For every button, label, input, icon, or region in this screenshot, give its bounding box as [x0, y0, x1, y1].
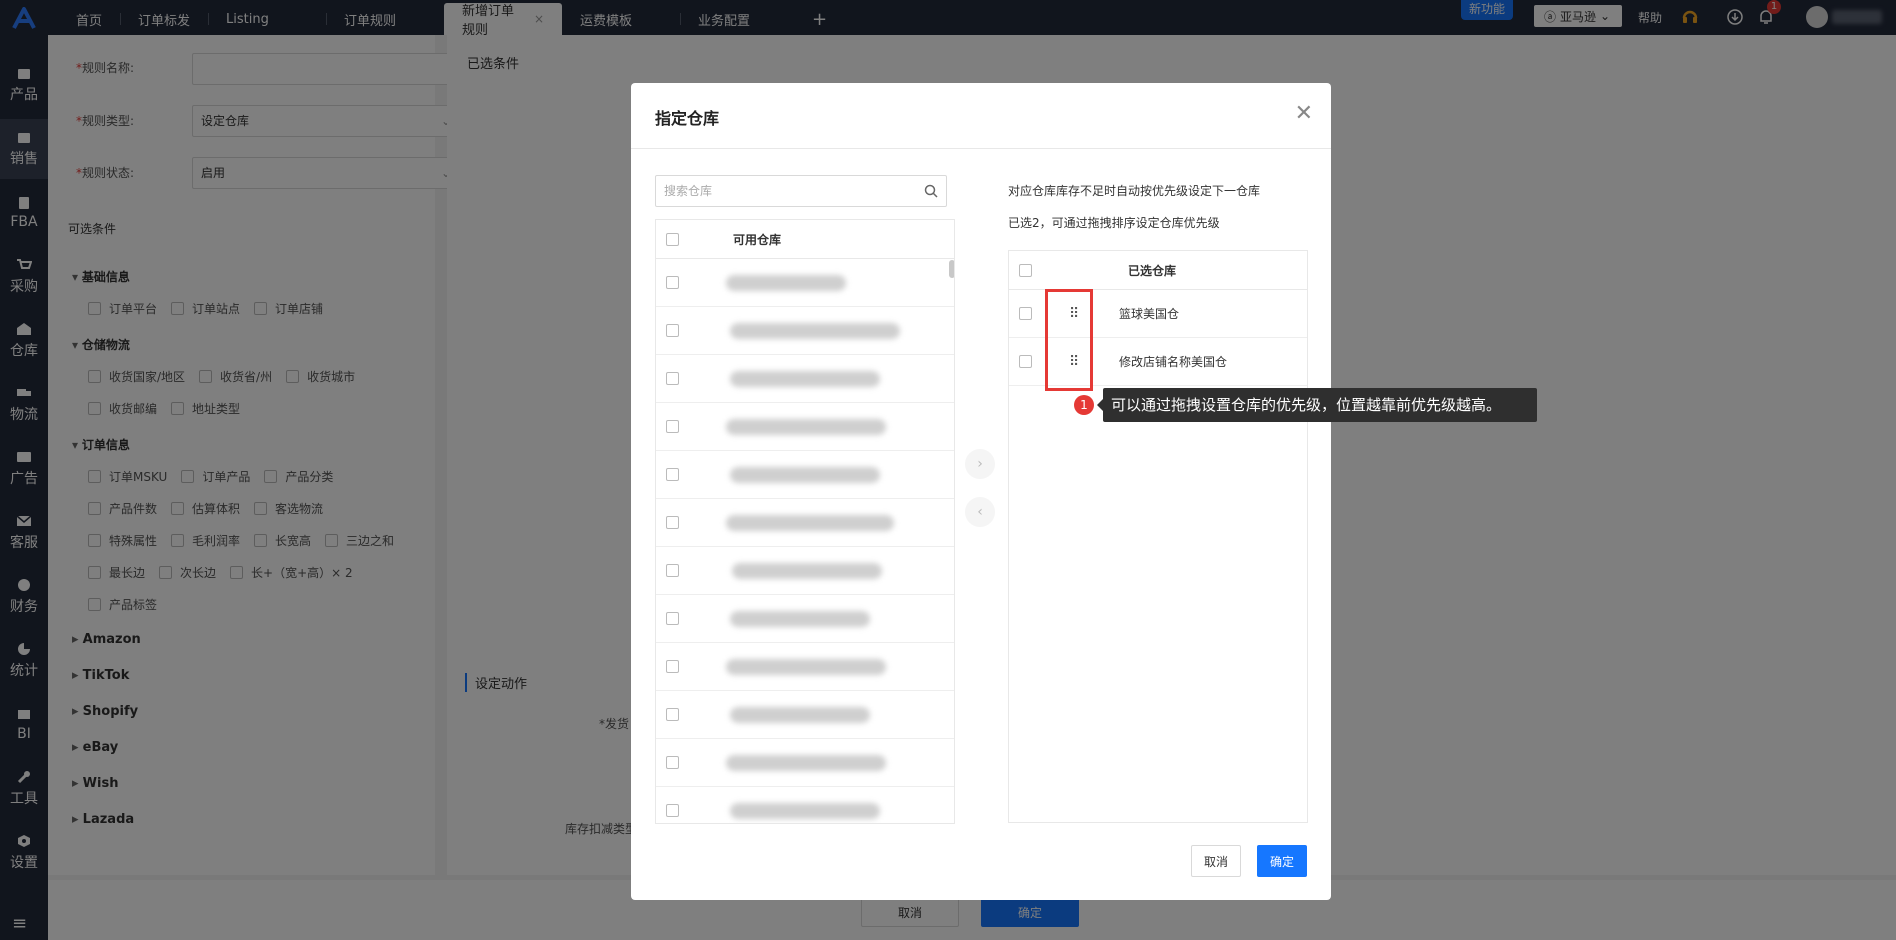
selected-warehouse-name: 修改店铺名称美国仓 [1119, 355, 1228, 369]
row-checkbox[interactable] [666, 564, 679, 577]
available-header: 可用仓库 [733, 232, 782, 247]
row-checkbox[interactable] [666, 372, 679, 385]
modal-cancel-button[interactable]: 取消 [1191, 845, 1241, 877]
modal-header: 指定仓库 ✕ [631, 83, 1331, 149]
modal-confirm-button[interactable]: 确定 [1257, 845, 1307, 877]
blurred-warehouse-name [730, 802, 880, 819]
table-row[interactable] [656, 643, 954, 691]
warehouse-modal: 指定仓库 ✕ 搜索仓库 可用仓库 › ‹ 对应仓库库存不足时自动按优先级设定下一… [631, 83, 1331, 900]
table-row[interactable] [656, 307, 954, 355]
blurred-warehouse-name [726, 754, 886, 771]
blurred-warehouse-name [730, 610, 870, 627]
table-row[interactable] [656, 499, 954, 547]
select-all-checkbox[interactable] [1019, 263, 1032, 277]
blurred-warehouse-name [730, 466, 880, 483]
available-warehouse-table: 可用仓库 [655, 219, 955, 824]
table-header: 已选仓库 [1009, 251, 1307, 290]
table-row[interactable] [656, 595, 954, 643]
row-checkbox[interactable] [1019, 307, 1032, 320]
modal-title: 指定仓库 [655, 109, 720, 128]
row-checkbox[interactable] [666, 276, 679, 289]
blurred-warehouse-name [730, 322, 900, 339]
blurred-warehouse-name [726, 514, 894, 531]
blurred-warehouse-name [726, 418, 886, 435]
search-placeholder: 搜索仓库 [664, 184, 713, 198]
blurred-warehouse-name [726, 274, 846, 291]
row-checkbox[interactable] [666, 612, 679, 625]
table-header: 可用仓库 [656, 220, 954, 259]
drag-tooltip: 可以通过拖拽设置仓库的优先级，位置越靠前优先级越高。 [1097, 388, 1537, 422]
priority-hint: 对应仓库库存不足时自动按优先级设定下一仓库 [1008, 184, 1261, 198]
blurred-warehouse-name [732, 562, 882, 579]
table-row[interactable] [656, 403, 954, 451]
table-row[interactable] [656, 451, 954, 499]
search-icon[interactable] [924, 184, 938, 198]
blurred-warehouse-name [730, 706, 870, 723]
row-checkbox[interactable] [666, 516, 679, 529]
selected-header: 已选仓库 [1128, 263, 1177, 278]
blurred-warehouse-name [730, 370, 880, 387]
scrollbar-thumb[interactable] [949, 260, 954, 278]
move-right-button[interactable]: › [965, 449, 995, 479]
close-icon[interactable]: ✕ [1295, 101, 1313, 126]
tooltip-number-badge: 1 [1074, 395, 1094, 415]
table-row[interactable] [656, 691, 954, 739]
row-checkbox[interactable] [666, 420, 679, 433]
row-checkbox[interactable] [666, 756, 679, 769]
warehouse-search-input[interactable]: 搜索仓库 [655, 175, 947, 207]
blurred-warehouse-name [726, 658, 886, 675]
move-left-button[interactable]: ‹ [965, 497, 995, 527]
row-checkbox[interactable] [666, 660, 679, 673]
table-row[interactable] [656, 787, 954, 823]
table-row[interactable] [656, 259, 954, 307]
row-checkbox[interactable] [1019, 355, 1032, 368]
table-row[interactable] [656, 355, 954, 403]
drag-handle-highlight [1045, 289, 1093, 391]
table-row[interactable] [656, 547, 954, 595]
row-checkbox[interactable] [666, 324, 679, 337]
select-all-checkbox[interactable] [666, 232, 679, 246]
table-row[interactable] [656, 739, 954, 787]
row-checkbox[interactable] [666, 468, 679, 481]
selected-warehouse-name: 篮球美国仓 [1119, 307, 1180, 321]
row-checkbox[interactable] [666, 708, 679, 721]
selected-count-hint: 已选2，可通过拖拽排序设定仓库优先级 [1008, 216, 1220, 230]
row-checkbox[interactable] [666, 804, 679, 817]
